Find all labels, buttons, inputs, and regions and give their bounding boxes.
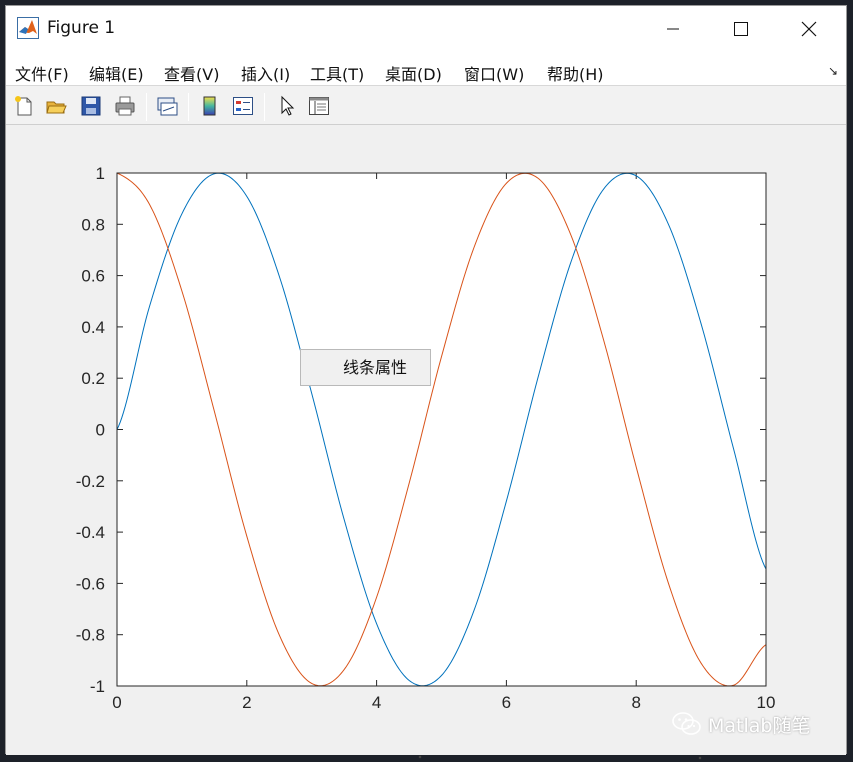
x-tick-label: 6 [502,693,511,712]
line-properties-menu-item[interactable]: 线条属性 [300,349,431,386]
toolbar-toggle-icon[interactable]: ↘ [828,64,838,78]
menu-file[interactable]: 文件(F) [15,61,69,85]
y-tick-label: 0.2 [81,369,105,388]
minimize-icon [667,28,679,30]
toolbar-separator [146,93,147,121]
menu-window[interactable]: 窗口(W) [464,61,524,85]
window-title: Figure 1 [47,18,116,38]
y-tick-label: -0.8 [76,626,105,645]
menu-help[interactable]: 帮助(H) [547,61,604,85]
print-button[interactable] [112,93,138,119]
maximize-icon [734,22,748,36]
x-tick-label: 2 [242,693,251,712]
pointer-icon [281,95,295,116]
link-plot-icon [157,97,178,116]
figure-window: Figure 1 文件(F) 编辑(E) 查看(V) 插入(I) 工具(T) 桌… [5,5,847,755]
open-file-button[interactable] [43,93,69,119]
title-bar[interactable]: Figure 1 [6,6,846,52]
save-button[interactable] [78,93,104,119]
figure-toolbar [6,86,846,125]
x-tick-label: 0 [112,693,121,712]
colorbar-button[interactable] [197,93,223,119]
new-figure-icon [15,96,32,116]
minimize-button[interactable] [639,6,707,52]
new-figure-button[interactable] [11,93,37,119]
y-tick-label: 0 [96,421,105,440]
matlab-logo-icon [17,17,39,39]
link-plot-button[interactable] [154,93,180,119]
save-icon [81,96,101,116]
y-tick-label: -0.4 [76,523,105,542]
x-tick-label: 4 [372,693,381,712]
colorbar-icon [203,96,216,116]
y-tick-label: 0.4 [81,318,105,337]
close-icon [801,21,817,37]
menu-bar: 文件(F) 编辑(E) 查看(V) 插入(I) 工具(T) 桌面(D) 窗口(W… [6,52,846,86]
menu-edit[interactable]: 编辑(E) [89,61,144,85]
y-tick-label: -1 [90,677,105,696]
wechat-icon [672,712,701,735]
legend-icon [233,97,253,115]
axes-background[interactable] [117,173,766,686]
watermark-text: Matlab随笔 [708,714,811,737]
y-tick-label: 0.6 [81,267,105,286]
y-tick-label: -0.6 [76,574,105,593]
y-tick-label: 1 [96,164,105,183]
toolbar-separator [264,93,265,121]
menu-insert[interactable]: 插入(I) [241,61,290,85]
y-tick-label: -0.2 [76,472,105,491]
legend-button[interactable] [230,93,256,119]
menu-tools[interactable]: 工具(T) [310,61,364,85]
maximize-button[interactable] [707,6,775,52]
x-tick-label: 8 [631,693,640,712]
y-tick-label: 0.8 [81,215,105,234]
property-inspector-button[interactable] [306,93,332,119]
property-inspector-icon [309,97,329,115]
print-icon [115,96,135,116]
toolbar-separator [188,93,189,121]
open-file-icon [46,101,67,114]
line-plot[interactable]: 0 2 4 6 8 10-1-0.8-0.6-0.4-0.200.20.40.60.81 [6,126,848,755]
close-button[interactable] [775,6,843,52]
pointer-button[interactable] [274,93,300,119]
watermark: Matlab随笔 [672,709,810,739]
figure-canvas[interactable]: 0 2 4 6 8 10 -1 -0.8 -0.6 -0.4 -0.2 0 0.2 0.4 0.6 0.8 1 … [6,126,846,755]
menu-view[interactable]: 查看(V) [164,61,219,85]
menu-desktop[interactable]: 桌面(D) [385,61,442,85]
